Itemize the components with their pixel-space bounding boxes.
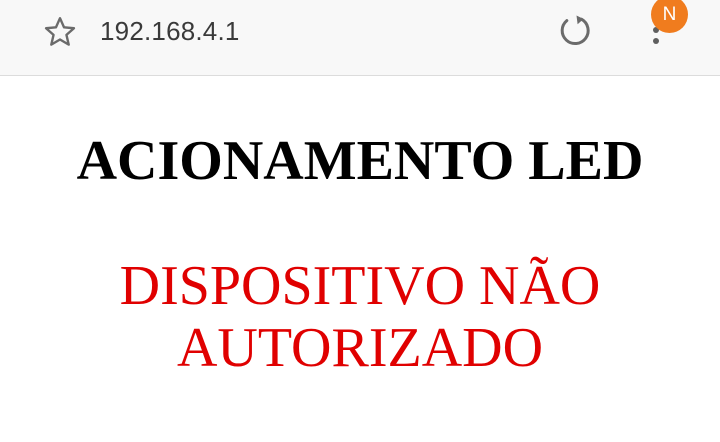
bookmark-button[interactable]: [40, 12, 80, 52]
reload-icon: [560, 15, 590, 45]
kebab-menu-icon-dot: [653, 38, 659, 44]
page-content: ACIONAMENTO LED DISPOSITIVO NÃO AUTORIZA…: [0, 77, 720, 442]
status-line-2: AUTORIZADO: [176, 317, 544, 379]
reload-button[interactable]: [554, 10, 596, 52]
status-message: DISPOSITIVO NÃO AUTORIZADO: [0, 255, 720, 379]
address-bar-url[interactable]: 192.168.4.1: [100, 14, 240, 48]
status-line-1: DISPOSITIVO NÃO: [119, 255, 601, 317]
browser-toolbar: 192.168.4.1 N: [0, 0, 720, 76]
page-title: ACIONAMENTO LED: [76, 130, 644, 192]
star-outline-icon: [44, 17, 76, 46]
